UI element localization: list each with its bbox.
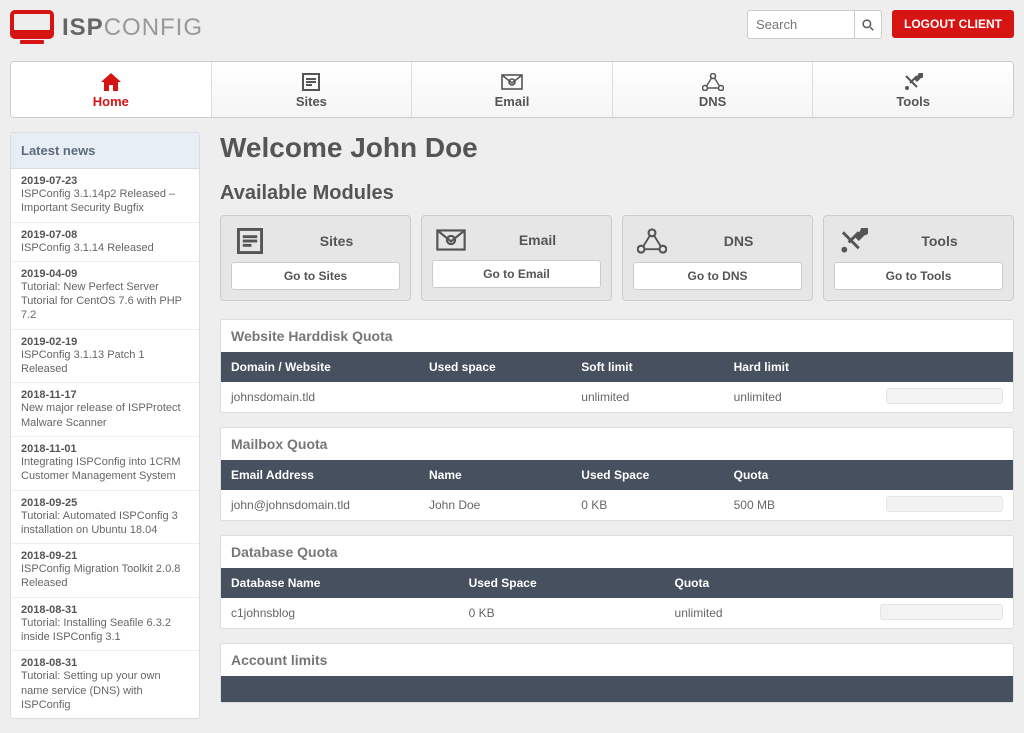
module-cards: Sites Go to Sites Email Go to Email DNS — [220, 215, 1014, 301]
news-item[interactable]: 2019-02-19ISPConfig 3.1.13 Patch 1 Relea… — [11, 330, 199, 384]
home-icon — [101, 73, 121, 91]
module-email: Email Go to Email — [421, 215, 612, 301]
news-item[interactable]: 2018-11-01Integrating ISPConfig into 1CR… — [11, 437, 199, 491]
db-bar — [870, 598, 1013, 628]
go-to-dns-button[interactable]: Go to DNS — [633, 262, 802, 290]
search-icon — [862, 19, 874, 31]
hd-used — [419, 382, 571, 412]
news-item[interactable]: 2019-04-09Tutorial: New Perfect Server T… — [11, 262, 199, 330]
hd-bar — [876, 382, 1013, 412]
panel-hd-quota: Website Harddisk Quota Domain / Website … — [220, 319, 1014, 413]
main-nav: Home Sites Email DNS Tools — [10, 61, 1014, 118]
go-to-email-button[interactable]: Go to Email — [432, 260, 601, 288]
panel-title: Database Quota — [221, 536, 1013, 568]
go-to-sites-button[interactable]: Go to Sites — [231, 262, 400, 290]
module-name: Sites — [277, 233, 396, 249]
nav-label-email: Email — [417, 94, 607, 109]
monitor-icon — [10, 10, 54, 46]
col-db: Database Name — [221, 568, 459, 598]
dns-icon — [637, 228, 667, 254]
news-item[interactable]: 2018-08-31Tutorial: Installing Seafile 6… — [11, 598, 199, 652]
db-quota: unlimited — [665, 598, 871, 628]
nav-label-sites: Sites — [217, 94, 407, 109]
mb-name: John Doe — [419, 490, 571, 520]
mb-quota: 500 MB — [724, 490, 876, 520]
col-domain: Domain / Website — [221, 352, 419, 382]
col-soft: Soft limit — [571, 352, 723, 382]
news-item[interactable]: 2018-11-17New major release of ISPProtec… — [11, 383, 199, 437]
module-name: Email — [478, 232, 597, 248]
db-used: 0 KB — [459, 598, 665, 628]
module-tools: Tools Go to Tools — [823, 215, 1014, 301]
panel-title: Mailbox Quota — [221, 428, 1013, 460]
nav-tab-tools[interactable]: Tools — [813, 62, 1013, 117]
go-to-tools-button[interactable]: Go to Tools — [834, 262, 1003, 290]
panel-account-limits: Account limits — [220, 643, 1014, 703]
nav-tab-email[interactable]: Email — [412, 62, 613, 117]
module-dns: DNS Go to DNS — [622, 215, 813, 301]
db-name[interactable]: c1johnsblog — [221, 598, 459, 628]
tools-icon — [838, 228, 868, 254]
col-used: Used space — [419, 352, 571, 382]
news-item[interactable]: 2018-09-21ISPConfig Migration Toolkit 2.… — [11, 544, 199, 598]
col-hard: Hard limit — [724, 352, 876, 382]
tools-icon — [903, 73, 923, 91]
col-mail: Email Address — [221, 460, 419, 490]
module-name: Tools — [880, 233, 999, 249]
dns-icon — [702, 73, 724, 91]
col-used: Used Space — [571, 460, 723, 490]
search-button[interactable] — [854, 10, 882, 39]
brand-logo: ISPCONFIG — [10, 10, 203, 46]
col-name: Name — [419, 460, 571, 490]
mb-used: 0 KB — [571, 490, 723, 520]
search-group — [747, 10, 882, 39]
nav-tab-dns[interactable]: DNS — [613, 62, 814, 117]
search-input[interactable] — [747, 10, 854, 39]
sidebar-news: Latest news 2019-07-23ISPConfig 3.1.14p2… — [10, 132, 200, 719]
news-item[interactable]: 2019-07-08ISPConfig 3.1.14 Released — [11, 223, 199, 262]
module-name: DNS — [679, 233, 798, 249]
hd-hard: unlimited — [724, 382, 876, 412]
email-icon — [436, 228, 466, 252]
news-item[interactable]: 2018-08-31Tutorial: Setting up your own … — [11, 651, 199, 718]
panel-db-quota: Database Quota Database Name Used Space … — [220, 535, 1014, 629]
nav-tab-sites[interactable]: Sites — [212, 62, 413, 117]
news-item[interactable]: 2019-07-23ISPConfig 3.1.14p2 Released – … — [11, 169, 199, 223]
panel-title: Account limits — [221, 644, 1013, 676]
brand-name: ISPCONFIG — [62, 14, 203, 42]
hd-soft: unlimited — [571, 382, 723, 412]
page-title: Welcome John Doe — [220, 132, 1014, 164]
hd-domain[interactable]: johnsdomain.tld — [221, 382, 419, 412]
sidebar-title: Latest news — [11, 133, 199, 169]
mb-email[interactable]: john@johnsdomain.tld — [221, 490, 419, 520]
module-sites: Sites Go to Sites — [220, 215, 411, 301]
sites-icon — [302, 73, 320, 91]
nav-label-home: Home — [16, 94, 206, 109]
col-bar — [870, 568, 1013, 598]
sites-icon — [235, 228, 265, 254]
mb-bar — [876, 490, 1013, 520]
nav-label-tools: Tools — [818, 94, 1008, 109]
nav-label-dns: DNS — [618, 94, 808, 109]
col-bar — [876, 460, 1013, 490]
news-item[interactable]: 2018-09-25Tutorial: Automated ISPConfig … — [11, 491, 199, 545]
logout-button[interactable]: LOGOUT CLIENT — [892, 10, 1014, 38]
col-quota: Quota — [724, 460, 876, 490]
col-quota: Quota — [665, 568, 871, 598]
panel-title: Website Harddisk Quota — [221, 320, 1013, 352]
col-bar — [876, 352, 1013, 382]
nav-tab-home[interactable]: Home — [11, 62, 212, 117]
email-icon — [501, 74, 523, 90]
section-available-modules: Available Modules — [220, 182, 1014, 205]
col-used: Used Space — [459, 568, 665, 598]
panel-mb-quota: Mailbox Quota Email Address Name Used Sp… — [220, 427, 1014, 521]
